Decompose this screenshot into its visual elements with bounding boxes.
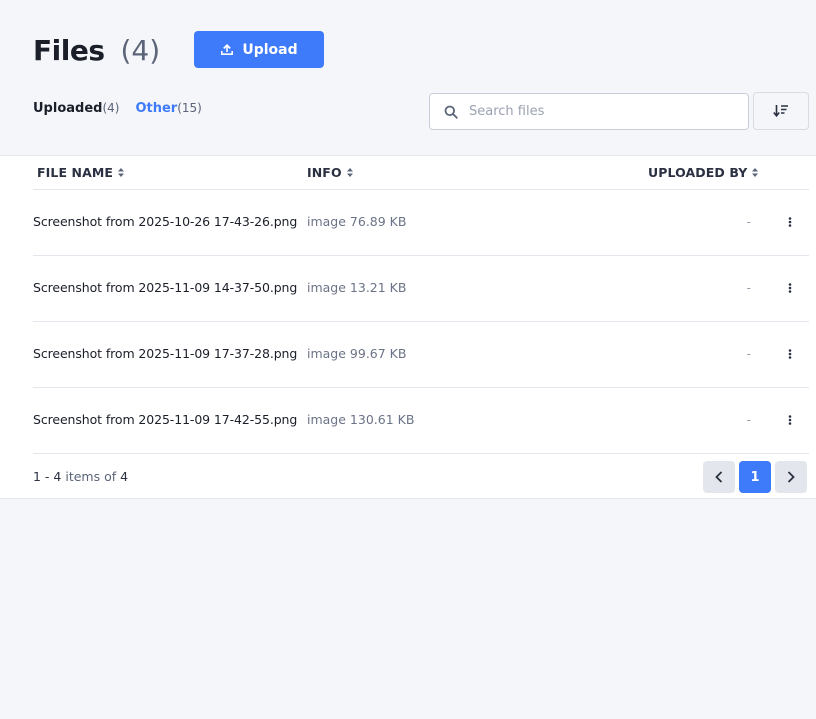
row-menu-button[interactable] (785, 346, 795, 362)
page-title: Files (33, 33, 105, 67)
tab-uploaded[interactable]: Uploaded (4) (33, 101, 119, 116)
uploaded-by: - (746, 280, 751, 295)
sort-icon (773, 105, 788, 118)
row-menu-button[interactable] (785, 412, 795, 428)
table-row[interactable]: Screenshot from 2025-10-26 17-43-26.png … (33, 190, 809, 256)
uploaded-by: - (746, 412, 751, 427)
uploaded-by: - (746, 214, 751, 229)
chevron-right-icon (787, 471, 795, 483)
tab-uploaded-count: (4) (102, 101, 120, 115)
kebab-icon (788, 283, 792, 293)
chevron-left-icon (715, 471, 723, 483)
tab-other[interactable]: Other (15) (135, 101, 201, 116)
table-row[interactable]: Screenshot from 2025-11-09 17-37-28.png … (33, 322, 809, 388)
upload-icon (221, 44, 234, 55)
kebab-icon (788, 415, 792, 425)
next-page-button[interactable] (775, 461, 807, 493)
search-box (429, 93, 749, 130)
file-info: image 76.89 KB (307, 214, 407, 229)
column-header-label: FILE NAME (37, 165, 114, 180)
kebab-icon (788, 217, 792, 227)
pagination-total: 4 (120, 469, 129, 484)
prev-page-button[interactable] (703, 461, 735, 493)
page-header: Files (4) (33, 32, 160, 68)
table-row[interactable]: Screenshot from 2025-11-09 17-42-55.png … (33, 388, 809, 454)
sort-button[interactable] (753, 92, 809, 130)
file-name[interactable]: Screenshot from 2025-11-09 14-37-50.png (33, 280, 297, 295)
pagination-range: 1 - 4 (33, 469, 62, 484)
file-name[interactable]: Screenshot from 2025-11-09 17-42-55.png (33, 412, 297, 427)
upload-button[interactable]: Upload (194, 31, 324, 68)
sort-arrows-icon (346, 168, 353, 177)
tab-other-count: (15) (177, 101, 202, 115)
row-menu-button[interactable] (785, 280, 795, 296)
column-header-label: UPLOADED BY (648, 165, 748, 180)
file-count: (4) (120, 33, 161, 67)
pagination-items-of: items of (65, 469, 117, 484)
file-info: image 13.21 KB (307, 280, 407, 295)
column-header-label: INFO (307, 165, 342, 180)
column-header-file-name[interactable]: FILE NAME (37, 165, 125, 180)
column-header-uploaded-by[interactable]: UPLOADED BY (648, 165, 759, 180)
files-table: FILE NAME INFO UPLOADED BY Screenshot fr… (0, 155, 816, 499)
file-info: image 99.67 KB (307, 346, 407, 361)
sort-arrows-icon (118, 168, 125, 177)
table-row[interactable]: Screenshot from 2025-11-09 14-37-50.png … (33, 256, 809, 322)
file-name[interactable]: Screenshot from 2025-11-09 17-37-28.png (33, 346, 297, 361)
upload-button-label: Upload (242, 41, 298, 58)
kebab-icon (788, 349, 792, 359)
file-name[interactable]: Screenshot from 2025-10-26 17-43-26.png (33, 214, 297, 229)
file-tabs: Uploaded (4) Other (15) (33, 101, 202, 116)
tab-uploaded-label: Uploaded (33, 101, 103, 116)
pagination-summary: 1 - 4 items of 4 (33, 469, 128, 484)
page-button-current[interactable]: 1 (739, 461, 771, 493)
search-input[interactable] (469, 104, 729, 119)
row-menu-button[interactable] (785, 214, 795, 230)
file-info: image 130.61 KB (307, 412, 415, 427)
tab-other-label: Other (135, 101, 178, 116)
uploaded-by: - (746, 346, 751, 361)
sort-arrows-icon (752, 168, 759, 177)
column-header-info[interactable]: INFO (307, 165, 353, 180)
table-header: FILE NAME INFO UPLOADED BY (33, 156, 809, 190)
search-icon (444, 105, 458, 119)
